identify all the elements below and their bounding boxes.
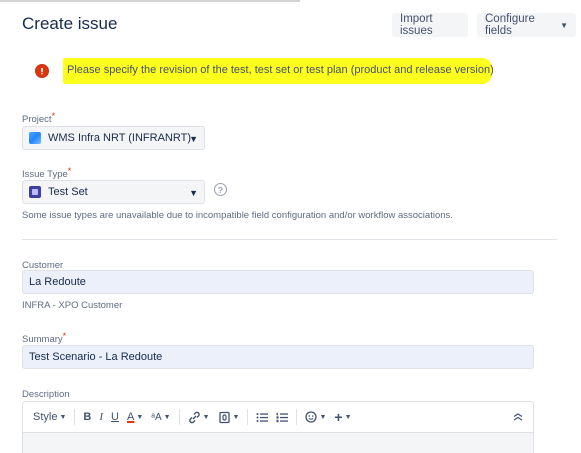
customer-input[interactable]: La Redoute bbox=[22, 270, 534, 294]
emoji-icon bbox=[305, 411, 318, 423]
issue-type-label: Issue Type* bbox=[22, 166, 72, 180]
test-set-icon bbox=[29, 186, 41, 198]
chevron-down-icon: ▼ bbox=[189, 188, 198, 198]
project-avatar-icon bbox=[29, 132, 41, 144]
description-editor[interactable]: Style ▼ B I U A ▼ ᵃA ▼ ▼ ▼ ▼ + ▼ bbox=[22, 401, 534, 453]
chevron-down-icon: ▼ bbox=[59, 413, 67, 421]
link-button[interactable]: ▼ bbox=[184, 406, 214, 428]
issue-type-select-value: Test Set bbox=[48, 186, 88, 198]
help-icon[interactable]: ? bbox=[214, 183, 227, 196]
editor-content-area[interactable] bbox=[23, 433, 533, 453]
style-dropdown[interactable]: Style ▼ bbox=[29, 406, 70, 428]
project-label-text: Project bbox=[22, 114, 52, 125]
project-select[interactable]: WMS Infra NRT (INFRANRT) ▼ bbox=[22, 126, 205, 150]
customer-input-value: La Redoute bbox=[29, 276, 86, 288]
link-icon bbox=[188, 411, 200, 423]
chevron-down-icon: ▼ bbox=[560, 20, 568, 30]
toolbar-separator bbox=[74, 409, 76, 425]
error-glyph bbox=[41, 68, 43, 75]
attachment-icon bbox=[218, 411, 230, 423]
more-formatting-button[interactable]: ᵃA ▼ bbox=[147, 406, 174, 428]
more-formatting-icon: ᵃA bbox=[151, 411, 162, 423]
issue-type-label-text: Issue Type bbox=[22, 169, 68, 180]
top-border bbox=[0, 0, 300, 2]
section-divider bbox=[22, 239, 557, 240]
summary-input[interactable]: Test Scenario - La Redoute bbox=[22, 345, 534, 369]
collapse-icon bbox=[513, 413, 523, 421]
chevron-down-icon: ▼ bbox=[189, 134, 198, 144]
error-icon bbox=[35, 64, 49, 78]
chevron-down-icon: ▼ bbox=[344, 413, 352, 421]
underline-button[interactable]: U bbox=[107, 406, 123, 428]
summary-label-text: Summary bbox=[22, 334, 63, 345]
style-dropdown-label: Style bbox=[33, 411, 58, 423]
chevron-down-icon: ▼ bbox=[163, 413, 171, 421]
text-color-button[interactable]: A ▼ bbox=[123, 406, 147, 428]
numbered-list-button[interactable] bbox=[272, 406, 292, 428]
import-issues-button[interactable]: Import issues bbox=[392, 13, 468, 37]
issue-type-note: Some issue types are unavailable due to … bbox=[22, 210, 453, 221]
toolbar-separator bbox=[247, 409, 249, 425]
error-message: Please specify the revision of the test,… bbox=[67, 64, 494, 76]
editor-toolbar: Style ▼ B I U A ▼ ᵃA ▼ ▼ ▼ ▼ + ▼ bbox=[23, 402, 533, 433]
required-indicator: * bbox=[67, 166, 72, 176]
help-icon-glyph: ? bbox=[217, 184, 224, 195]
chevron-down-icon: ▼ bbox=[319, 413, 327, 421]
chevron-down-icon: ▼ bbox=[136, 413, 144, 421]
required-indicator: * bbox=[51, 111, 56, 121]
text-color-icon: A bbox=[126, 411, 135, 423]
chevron-down-icon: ▼ bbox=[232, 413, 240, 421]
chevron-down-icon: ▼ bbox=[202, 413, 210, 421]
project-select-value: WMS Infra NRT (INFRANRT) bbox=[48, 132, 192, 144]
customer-description: INFRA - XPO Customer bbox=[22, 300, 123, 311]
attachment-button[interactable]: ▼ bbox=[214, 406, 244, 428]
bullet-list-icon bbox=[256, 412, 269, 422]
emoji-button[interactable]: ▼ bbox=[301, 406, 330, 428]
description-label-text: Description bbox=[22, 389, 70, 400]
summary-label: Summary* bbox=[22, 331, 67, 345]
toolbar-separator bbox=[178, 409, 180, 425]
summary-input-value: Test Scenario - La Redoute bbox=[29, 351, 163, 363]
numbered-list-icon bbox=[276, 412, 289, 422]
configure-fields-button[interactable]: Configure fields ▼ bbox=[477, 13, 576, 37]
import-issues-label: Import issues bbox=[400, 13, 433, 37]
required-indicator: * bbox=[62, 331, 67, 341]
collapse-toolbar-button[interactable] bbox=[509, 406, 527, 428]
italic-button[interactable]: I bbox=[95, 406, 107, 428]
bullet-list-button[interactable] bbox=[252, 406, 272, 428]
toolbar-separator bbox=[296, 409, 298, 425]
dialog-title: Create issue bbox=[22, 14, 118, 33]
bold-button[interactable]: B bbox=[79, 406, 95, 428]
configure-fields-label: Configure fields bbox=[485, 13, 535, 37]
project-label: Project* bbox=[22, 111, 56, 125]
description-label: Description bbox=[22, 389, 70, 400]
plus-icon: + bbox=[334, 409, 343, 425]
issue-type-select[interactable]: Test Set ▼ bbox=[22, 180, 205, 204]
insert-more-button[interactable]: + ▼ bbox=[330, 406, 355, 428]
